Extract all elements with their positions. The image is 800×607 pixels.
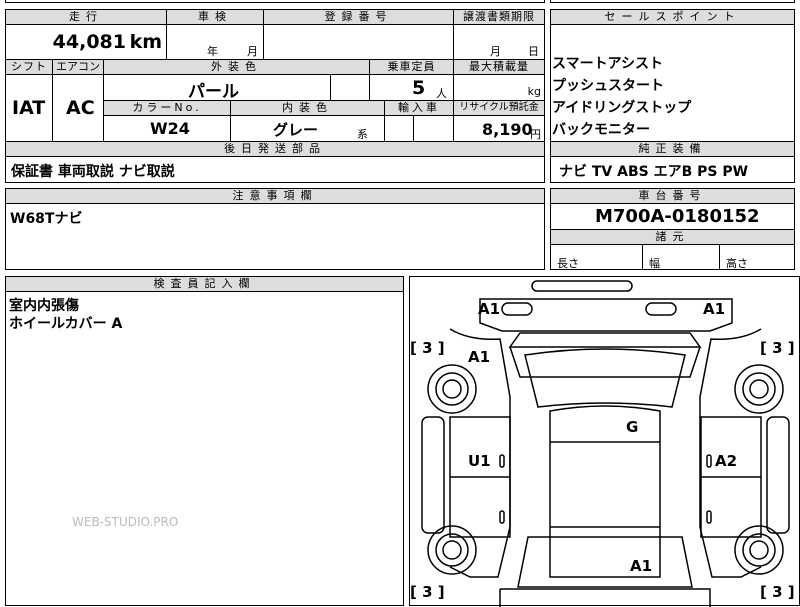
recycle-header: リサイクル預託金 — [453, 100, 545, 116]
sales-point-1: スマートアシスト — [552, 56, 664, 72]
capacity-header: 乗車定員 — [369, 59, 454, 75]
max-load-header: 最大積載量 — [453, 59, 545, 75]
top-cutoff-row — [5, 0, 545, 3]
sales-points-cell: スマートアシスト プッシュスタート アイドリングストップ バックモニター — [550, 24, 795, 142]
inspector-line-1: 室内内張傷 — [9, 298, 79, 314]
dimension-width-label: 幅 — [649, 257, 660, 270]
inspection-header: 車検 — [166, 9, 264, 25]
car-body-outline — [421, 280, 790, 607]
aircon-header: エアコン — [52, 59, 104, 75]
interior-color-header: 内装色 — [230, 100, 385, 116]
dimension-width-cell: 幅 — [642, 244, 720, 270]
dimension-length-label: 長さ — [557, 257, 579, 270]
car-diagram-panel: A1 A1 A1 G U1 A2 A1 [ 3 ] [ 3 ] [ 3 ] [ … — [409, 276, 800, 607]
damage-mark-left-door: U1 — [468, 452, 491, 470]
later-parts-header: 後日発送部品 — [5, 141, 545, 157]
transfer-day-unit: 日 — [528, 45, 539, 58]
exterior-color-extra — [330, 74, 370, 101]
max-load-unit: kg — [527, 85, 541, 98]
dimension-height-label: 高さ — [726, 257, 748, 270]
aircon-value: AC — [66, 97, 95, 119]
color-no-header: カラーNo. — [103, 100, 231, 116]
later-parts-cell: 保証書 車両取説 ナビ取説 — [5, 156, 545, 183]
tire-mark-rear-left: [ 3 ] — [410, 583, 445, 601]
registration-cell — [263, 24, 454, 60]
genuine-equipment-header: 純正装備 — [550, 141, 795, 157]
genuine-equipment-cell: ナビ TV ABS エアB PS PW — [550, 156, 795, 183]
damage-mark-front-left: A1 — [478, 300, 501, 318]
mileage-cell: 44,081 km — [5, 24, 167, 60]
tire-mark-front-left: [ 3 ] — [410, 339, 445, 357]
dimension-height-cell: 高さ — [719, 244, 795, 270]
chassis-number-value: M700A-0180152 — [595, 206, 760, 227]
import-cell-left — [384, 115, 414, 142]
recycle-value: 8,190 — [482, 120, 533, 139]
transfer-deadline-cell: 月 日 — [453, 24, 545, 60]
color-no-value: W24 — [150, 119, 190, 138]
inspection-year-unit: 年 — [207, 45, 218, 58]
recycle-cell: 8,190 円 — [453, 115, 545, 142]
capacity-unit: 人 — [436, 87, 447, 100]
inspector-cell: 室内内張傷 ホイールカバー A WEB-STUDIO.PRO — [5, 291, 404, 606]
notes-value: W68Tナビ — [10, 211, 83, 227]
mileage-value: 44,081 — [52, 31, 126, 53]
import-cell-right — [413, 115, 454, 142]
recycle-unit: 円 — [530, 128, 541, 141]
watermark: WEB-STUDIO.PRO — [72, 515, 179, 529]
capacity-value: 5 — [412, 77, 426, 99]
damage-mark-roof: G — [626, 418, 639, 436]
exterior-color-cell: パール — [103, 74, 331, 101]
registration-header: 登録番号 — [263, 9, 454, 25]
sales-point-3: アイドリングストップ — [552, 100, 692, 116]
sales-point-2: プッシュスタート — [552, 78, 664, 94]
sales-point-4: バックモニター — [552, 122, 650, 138]
tire-mark-rear-right: [ 3 ] — [760, 583, 795, 601]
notes-header: 注意事項欄 — [5, 188, 545, 204]
inspection-cell: 年 月 — [166, 24, 264, 60]
inspection-month-unit: 月 — [247, 45, 258, 58]
dimension-length-cell: 長さ — [550, 244, 643, 270]
interior-color-value: グレー — [273, 121, 319, 139]
inspector-line-2: ホイールカバー A — [9, 316, 123, 332]
aircon-cell: AC — [52, 74, 104, 142]
dimensions-header: 諸元 — [550, 229, 795, 245]
exterior-color-header: 外装色 — [103, 59, 370, 75]
exterior-color-value: パール — [188, 82, 239, 101]
interior-color-cell: グレー 系 — [230, 115, 385, 142]
damage-mark-front-right: A1 — [703, 300, 726, 318]
inspector-header: 検査員記入欄 — [5, 276, 404, 292]
tire-mark-front-right: [ 3 ] — [760, 339, 795, 357]
capacity-cell: 5 人 — [369, 74, 454, 101]
mileage-unit: km — [129, 31, 162, 53]
max-load-cell: kg — [453, 74, 545, 101]
notes-cell: W68Tナビ — [5, 203, 545, 270]
sales-points-header: セールスポイント — [550, 9, 795, 25]
import-header: 輸入車 — [384, 100, 454, 116]
color-no-cell: W24 — [103, 115, 231, 142]
interior-color-suffix: 系 — [357, 128, 368, 141]
transfer-deadline-header: 譲渡書類期限 — [453, 9, 545, 25]
shift-header: シフト — [5, 59, 53, 75]
chassis-number-header: 車台番号 — [550, 188, 795, 204]
chassis-number-cell: M700A-0180152 — [550, 203, 795, 230]
shift-value: IAT — [12, 97, 46, 119]
later-parts-value: 保証書 車両取説 ナビ取説 — [11, 164, 175, 180]
mileage-header: 走行 — [5, 9, 167, 25]
genuine-equipment-value: ナビ TV ABS エアB PS PW — [559, 164, 749, 180]
transfer-month-unit: 月 — [490, 45, 501, 58]
damage-mark-rear: A1 — [630, 557, 653, 575]
top-cutoff-right — [550, 0, 795, 3]
damage-mark-right-door: A2 — [715, 452, 738, 470]
shift-cell: IAT — [5, 74, 53, 142]
damage-mark-hood-left: A1 — [468, 348, 491, 366]
